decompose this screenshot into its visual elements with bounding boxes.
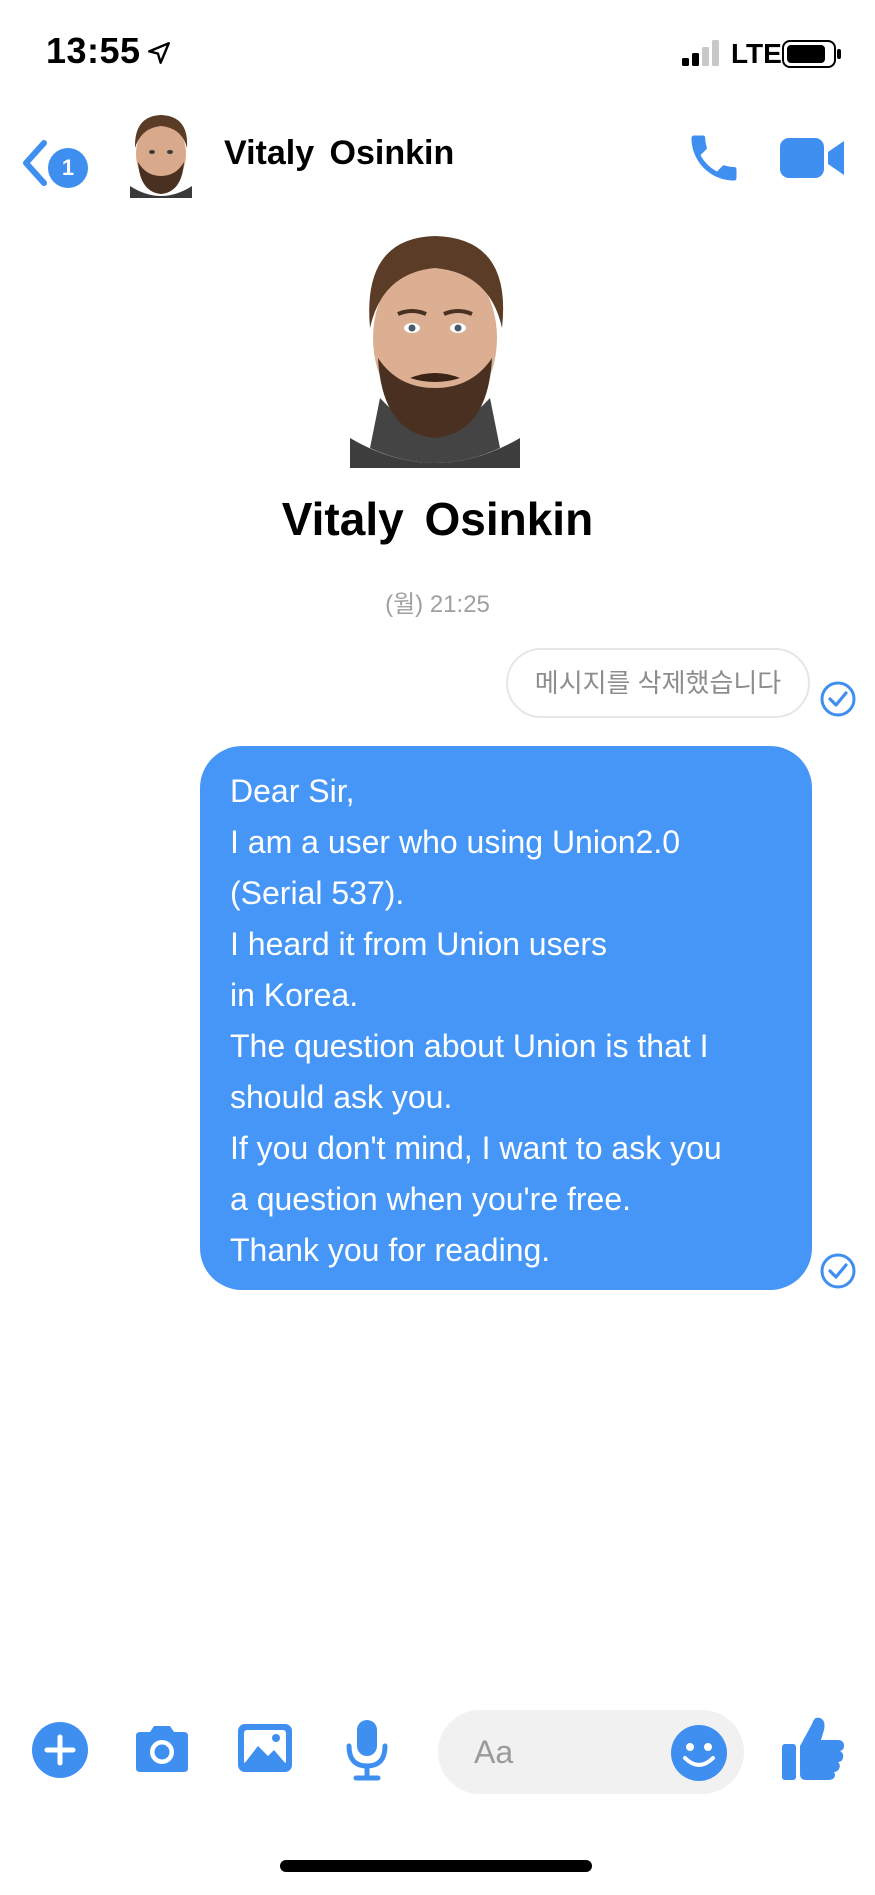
thumbs-up-icon[interactable]: [780, 1714, 846, 1782]
message-timestamp: (월) 21:25: [385, 591, 490, 618]
message-composer: Aa: [0, 1700, 875, 1820]
message-line: Thank you for reading.: [230, 1232, 551, 1268]
message-line: I heard it from Union users: [230, 926, 608, 962]
message-line: I am a user who using Union2.0: [230, 824, 681, 860]
location-arrow-icon: [148, 42, 170, 64]
message-line: The question about Union is that I: [230, 1028, 709, 1064]
status-time: 13:55: [46, 30, 141, 71]
camera-icon[interactable]: [132, 1722, 192, 1776]
avatar[interactable]: [122, 110, 200, 198]
profile-name: Vitaly Osinkin: [281, 493, 594, 545]
image-icon[interactable]: [236, 1722, 294, 1774]
message-line: a question when you're free.: [230, 1181, 632, 1217]
header-contact-name[interactable]: Vitaly Osinkin: [224, 134, 454, 173]
message-input-placeholder: Aa: [474, 1734, 514, 1770]
message-line: Dear Sir,: [230, 773, 355, 809]
back-button[interactable]: 1: [14, 128, 94, 198]
network-type: LTE: [731, 38, 782, 69]
plus-icon[interactable]: [32, 1722, 88, 1778]
status-bar: 13:55 LTE: [0, 0, 875, 110]
message-input[interactable]: Aa: [438, 1710, 744, 1794]
video-camera-icon[interactable]: [780, 132, 846, 184]
message-line: If you don't mind, I want to ask you: [230, 1130, 722, 1166]
sent-check-icon: [820, 1253, 856, 1289]
sent-check-icon: [820, 681, 856, 717]
back-chevron-icon: [23, 140, 47, 186]
message-line: should ask you.: [230, 1079, 453, 1115]
phone-icon[interactable]: [684, 128, 744, 188]
conversation-header: 1 Vitaly Osinkin: [0, 110, 875, 230]
battery-icon: [782, 40, 841, 68]
message-line: in Korea.: [230, 977, 359, 1013]
unread-badge: 1: [48, 148, 88, 188]
deleted-message-notice[interactable]: 메시지를 삭제했습니다: [506, 648, 810, 718]
microphone-icon[interactable]: [344, 1718, 390, 1782]
emoji-icon[interactable]: [670, 1724, 728, 1782]
signal-bars-icon: [682, 40, 719, 66]
message-bubble[interactable]: Dear Sir, I am a user who using Union2.0…: [200, 746, 812, 1290]
profile-photo[interactable]: [340, 228, 530, 468]
message-line: (Serial 537).: [230, 875, 405, 911]
home-indicator[interactable]: [280, 1860, 592, 1872]
